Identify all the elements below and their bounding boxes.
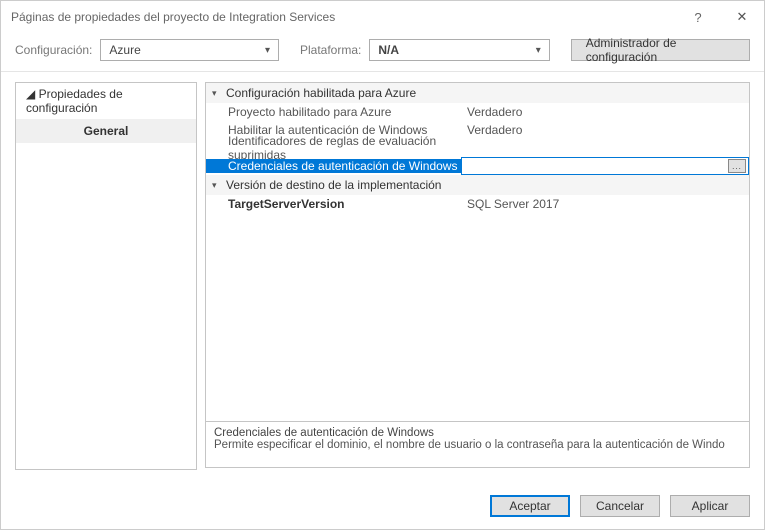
- chevron-down-icon: ▾: [536, 45, 541, 56]
- description-title: Credenciales de autenticación de Windows: [214, 427, 741, 439]
- prop-identificadores[interactable]: Identificadores de reglas de evaluación …: [206, 139, 749, 157]
- ellipsis-button[interactable]: ...: [728, 159, 746, 173]
- platform-label: Plataforma:: [300, 43, 361, 57]
- sidebar-item-general[interactable]: General: [16, 119, 196, 143]
- config-bar: Configuración: Azure ▾ Plataforma: N/A ▾…: [1, 33, 764, 72]
- description-text: Permite especificar el dominio, el nombr…: [214, 439, 741, 451]
- prop-target-server-version[interactable]: TargetServerVersion SQL Server 2017: [206, 195, 749, 213]
- chevron-down-icon: ▾: [212, 180, 226, 191]
- sidebar-root[interactable]: ◢ Propiedades de configuración: [16, 83, 196, 119]
- cancel-button[interactable]: Cancelar: [580, 495, 660, 517]
- category-version[interactable]: ▾ Versión de destino de la implementació…: [206, 175, 749, 195]
- config-manager-button[interactable]: Administrador de configuración: [571, 39, 750, 61]
- close-button[interactable]: ✕: [724, 3, 760, 31]
- chevron-down-icon: ▾: [265, 45, 270, 56]
- description-panel: Credenciales de autenticación de Windows…: [205, 422, 750, 468]
- config-label: Configuración:: [15, 43, 92, 57]
- platform-value: N/A: [378, 43, 399, 57]
- sidebar-tree[interactable]: ◢ Propiedades de configuración General: [15, 82, 197, 470]
- prop-proyecto-habilitado[interactable]: Proyecto habilitado para Azure Verdadero: [206, 103, 749, 121]
- title-bar: Páginas de propiedades del proyecto de I…: [1, 1, 764, 33]
- chevron-down-icon: ▾: [212, 88, 226, 99]
- prop-credenciales[interactable]: Credenciales de autenticación de Windows…: [206, 157, 749, 175]
- property-grid[interactable]: ▾ Configuración habilitada para Azure Pr…: [205, 82, 750, 422]
- config-select[interactable]: Azure ▾: [100, 39, 279, 61]
- dialog-buttons: Aceptar Cancelar Aplicar: [490, 495, 750, 517]
- config-value: Azure: [109, 43, 140, 57]
- window-title: Páginas de propiedades del proyecto de I…: [11, 10, 680, 24]
- category-azure[interactable]: ▾ Configuración habilitada para Azure: [206, 83, 749, 103]
- help-button[interactable]: ?: [680, 3, 716, 31]
- apply-button[interactable]: Aplicar: [670, 495, 750, 517]
- platform-select[interactable]: N/A ▾: [369, 39, 549, 61]
- ok-button[interactable]: Aceptar: [490, 495, 570, 517]
